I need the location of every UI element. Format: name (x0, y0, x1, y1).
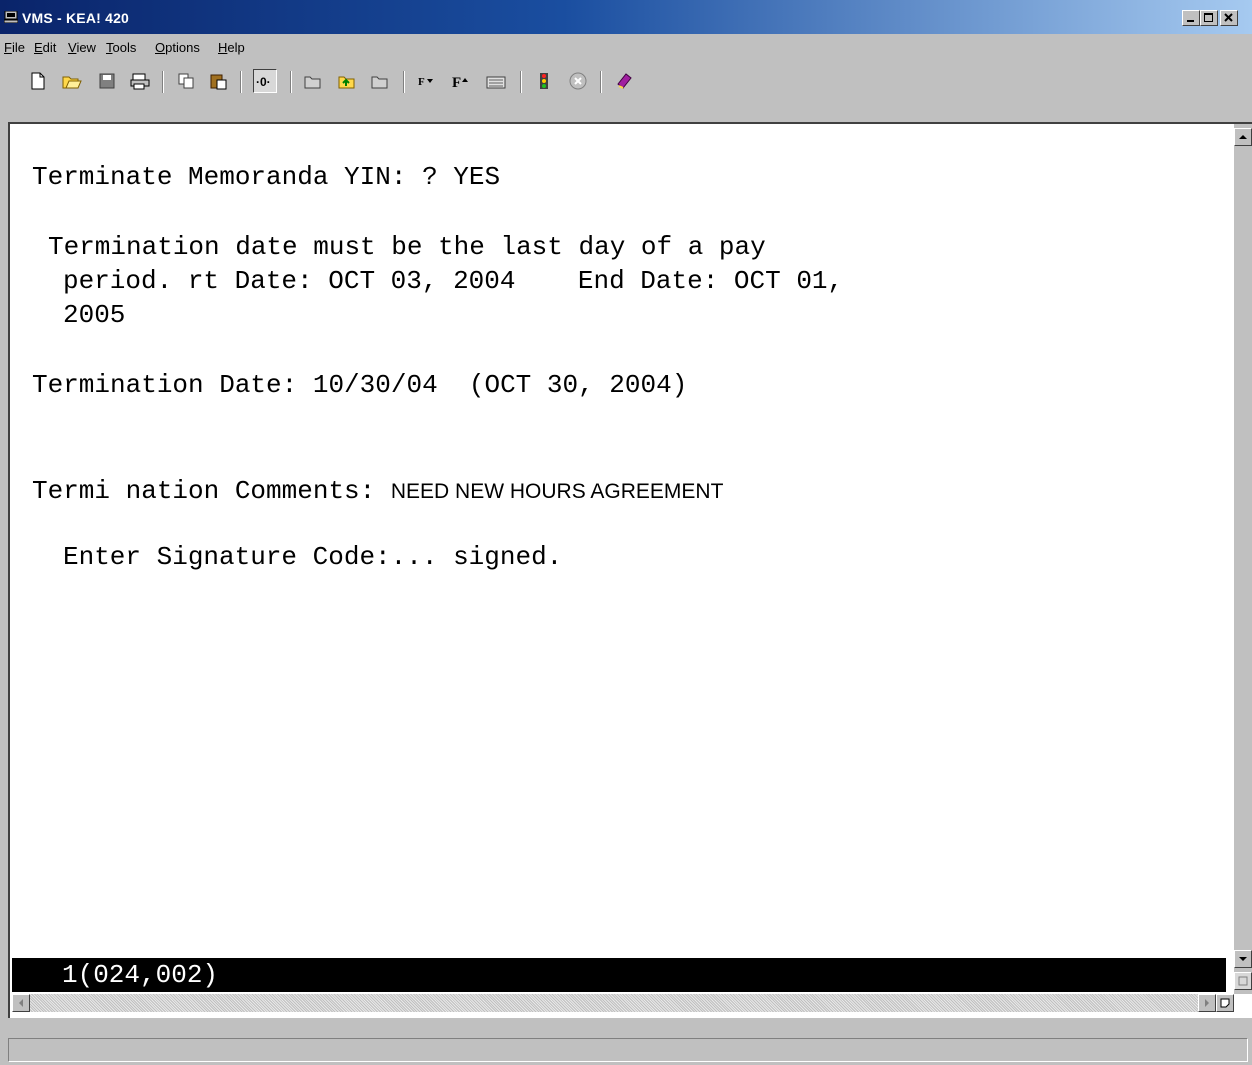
terminal-screen[interactable]: Terminate Memoranda YIN: ? YES Terminati… (12, 124, 1232, 956)
traffic-light-icon[interactable] (534, 71, 554, 91)
page-icon (1220, 998, 1230, 1008)
window-title: VMS - KEA! 420 (22, 10, 130, 26)
terminal-app-icon (4, 11, 18, 23)
scroll-corner-box[interactable] (1216, 994, 1234, 1012)
scroll-down-button[interactable] (1234, 950, 1252, 968)
toolbar-separator (162, 71, 164, 93)
transfer-icon[interactable] (303, 71, 323, 91)
title-bar: VMS - KEA! 420 (0, 0, 1252, 34)
scroll-up-button[interactable] (1234, 128, 1252, 146)
copy-icon[interactable] (176, 71, 196, 91)
close-icon (1224, 13, 1233, 22)
menu-options[interactable]: Options (155, 40, 200, 55)
save-icon[interactable] (97, 71, 117, 91)
scroll-down-icon (1239, 957, 1247, 961)
new-file-icon[interactable] (28, 71, 48, 91)
status-bar (8, 1038, 1248, 1062)
scroll-up-icon (1239, 135, 1247, 139)
comments-label: Termi nation Comments: (32, 476, 391, 506)
terminal-status-line: 1(024,002) (12, 958, 1226, 992)
toolbar-separator (240, 71, 242, 93)
maximize-icon (1204, 13, 1213, 22)
svg-text:F: F (418, 76, 425, 88)
terminal-line: period. rt Date: OCT 03, 2004 End Date: … (63, 266, 844, 296)
cursor-position: 1(024,002) (62, 960, 219, 990)
terminal-line: Terminate Memoranda YIN: ? YES (32, 162, 501, 192)
svg-text:F: F (452, 75, 461, 89)
scroll-left-icon (19, 999, 23, 1007)
font-up-icon[interactable]: F (451, 71, 471, 91)
terminal-line: Termination date must be the last day of… (48, 232, 766, 262)
svg-text:·0·: ·0· (256, 75, 271, 88)
keyboard-icon[interactable] (486, 71, 506, 91)
menu-help[interactable]: Help (218, 40, 245, 55)
menu-edit[interactable]: Edit (34, 40, 56, 55)
scroll-right-icon (1205, 999, 1209, 1007)
paste-icon[interactable] (208, 71, 228, 91)
print-icon[interactable] (130, 71, 150, 91)
terminal-line: Termi nation Comments: NEED NEW HOURS AG… (32, 476, 723, 507)
menu-bar: File Edit View Tools Options Help (0, 35, 1252, 61)
terminal-line: Enter Signature Code:... signed. (63, 542, 563, 572)
resize-icon (1238, 976, 1248, 986)
open-folder-icon[interactable] (62, 71, 82, 91)
horizontal-scrollbar[interactable] (12, 994, 1234, 1012)
toolbar-separator (520, 71, 522, 93)
stop-icon[interactable] (568, 71, 588, 91)
menu-view[interactable]: View (68, 40, 96, 55)
toolbar-separator (600, 71, 602, 93)
font-down-icon[interactable]: F (417, 71, 437, 91)
terminal-line: Termination Date: 10/30/04 (OCT 30, 2004… (32, 370, 688, 400)
toolbar-separator (403, 71, 405, 93)
scroll-corner-button[interactable] (1234, 972, 1252, 990)
macro-book-icon[interactable] (614, 71, 634, 91)
menu-tools[interactable]: Tools (106, 40, 136, 55)
toolbar: ·0· F F (0, 63, 1252, 103)
toolbar-separator (290, 71, 292, 93)
scroll-right-button[interactable] (1198, 994, 1216, 1012)
vertical-scrollbar[interactable] (1234, 124, 1252, 994)
folder-download-icon[interactable] (370, 71, 390, 91)
folder-upload-icon[interactable] (337, 71, 357, 91)
terminal-frame: Terminate Memoranda YIN: ? YES Terminati… (8, 122, 1252, 1018)
minimize-button[interactable] (1182, 10, 1200, 26)
terminal-line: 2005 (63, 300, 126, 330)
minimize-icon (1187, 20, 1194, 22)
close-button[interactable] (1220, 10, 1238, 26)
connect-icon[interactable]: ·0· (253, 69, 277, 93)
scroll-left-button[interactable] (12, 994, 30, 1012)
menu-file[interactable]: File (4, 40, 25, 55)
comments-value: NEED NEW HOURS AGREEMENT (390, 480, 724, 503)
maximize-button[interactable] (1200, 10, 1218, 26)
